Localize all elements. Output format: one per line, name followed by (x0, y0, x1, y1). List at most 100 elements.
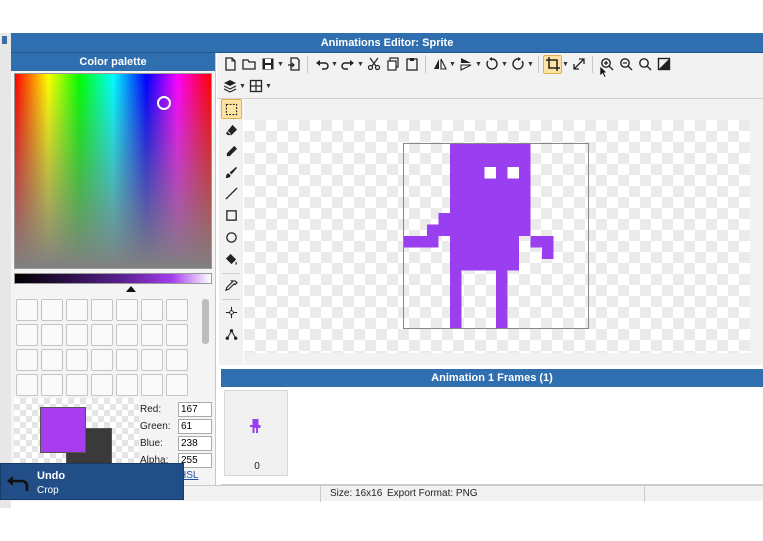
swatch[interactable] (141, 299, 163, 321)
rotate-left-menu-caret[interactable]: ▼ (501, 55, 508, 74)
mouse-cursor-icon (600, 66, 608, 78)
swatch[interactable] (166, 374, 188, 396)
tools-panel (219, 99, 243, 365)
transform-icon[interactable] (221, 324, 242, 344)
flip-vertical-icon[interactable] (456, 55, 475, 74)
rectangle-icon[interactable] (221, 205, 242, 225)
swatch[interactable] (41, 324, 63, 346)
swatch[interactable] (166, 324, 188, 346)
save-menu-caret[interactable]: ▼ (277, 55, 284, 74)
palette-header: Color palette (11, 53, 215, 71)
eraser-icon[interactable] (221, 120, 242, 140)
swatch-grid (16, 299, 194, 397)
red-field[interactable] (178, 402, 212, 417)
zoom-out-icon[interactable] (616, 55, 635, 74)
flip-v-menu-caret[interactable]: ▼ (475, 55, 482, 74)
redo-icon[interactable] (338, 55, 357, 74)
foreground-color-swatch[interactable] (40, 407, 86, 453)
swatch[interactable] (166, 299, 188, 321)
color-spectrum[interactable] (14, 73, 212, 269)
frames-panel: 0 (221, 387, 763, 485)
move-icon[interactable] (221, 302, 242, 322)
swatch[interactable] (16, 299, 38, 321)
swatch[interactable] (16, 324, 38, 346)
new-file-icon[interactable] (220, 55, 239, 74)
brightness-marker[interactable] (126, 286, 136, 292)
grid-menu-caret[interactable]: ▼ (265, 77, 272, 96)
save-icon[interactable] (258, 55, 277, 74)
paste-icon[interactable] (402, 55, 421, 74)
cut-icon[interactable] (364, 55, 383, 74)
rotate-left-icon[interactable] (482, 55, 501, 74)
flip-h-menu-caret[interactable]: ▼ (449, 55, 456, 74)
ellipse-icon[interactable] (221, 227, 242, 247)
swatch[interactable] (116, 324, 138, 346)
swatch[interactable] (166, 349, 188, 371)
export-icon[interactable] (284, 55, 303, 74)
swatch[interactable] (41, 299, 63, 321)
open-folder-icon[interactable] (239, 55, 258, 74)
swatch[interactable] (91, 324, 113, 346)
crop-menu-caret[interactable]: ▼ (562, 55, 569, 74)
red-row: Red: (140, 401, 214, 418)
fill-bucket-icon[interactable] (221, 249, 242, 269)
swatch[interactable] (141, 324, 163, 346)
green-field[interactable] (178, 419, 212, 434)
layers-icon[interactable] (220, 77, 239, 96)
layers-menu-caret[interactable]: ▼ (239, 77, 246, 96)
swatch[interactable] (141, 349, 163, 371)
swatch[interactable] (91, 374, 113, 396)
copy-icon[interactable] (383, 55, 402, 74)
green-row: Green: (140, 418, 214, 435)
canvas-horizontal-gutter (244, 353, 763, 365)
frames-header: Animation 1 Frames (1) (221, 369, 763, 387)
toolbar-separator (425, 55, 426, 73)
swatch[interactable] (66, 299, 88, 321)
swatch[interactable] (66, 374, 88, 396)
swatch[interactable] (141, 374, 163, 396)
status-divider (644, 486, 645, 502)
pencil-icon[interactable] (221, 141, 242, 161)
app-window: Animations Editor: Sprite Color palette (0, 0, 763, 541)
swatch[interactable] (91, 299, 113, 321)
swatch[interactable] (16, 349, 38, 371)
swatch[interactable] (41, 349, 63, 371)
sprite-canvas[interactable] (403, 143, 589, 329)
blue-field[interactable] (178, 436, 212, 451)
frame-number: 0 (254, 461, 260, 472)
grid-icon[interactable] (246, 77, 265, 96)
brightness-strip[interactable] (14, 273, 212, 284)
actual-size-icon[interactable] (654, 55, 673, 74)
line-icon[interactable] (221, 183, 242, 203)
undo-icon[interactable] (312, 55, 331, 74)
undo-arrow-icon (7, 476, 29, 491)
swatch[interactable] (16, 374, 38, 396)
crop-icon[interactable] (543, 54, 562, 74)
status-size: Size: 16x16 (330, 488, 383, 499)
eyedropper-icon[interactable] (221, 276, 242, 296)
swatch[interactable] (116, 374, 138, 396)
rotate-right-menu-caret[interactable]: ▼ (527, 55, 534, 74)
color-picker-handle[interactable] (157, 96, 171, 110)
swatch[interactable] (91, 349, 113, 371)
swatch[interactable] (116, 299, 138, 321)
swatch[interactable] (66, 349, 88, 371)
swatch[interactable] (41, 374, 63, 396)
undo-menu-caret[interactable]: ▼ (331, 55, 338, 74)
left-edge-marker (2, 36, 7, 44)
rotate-right-icon[interactable] (508, 55, 527, 74)
swatch[interactable] (66, 324, 88, 346)
undo-subtitle: Crop (37, 485, 59, 496)
frame-thumbnail[interactable]: 0 (224, 390, 288, 476)
select-rect-icon[interactable] (221, 99, 242, 119)
canvas-top-gutter (244, 99, 763, 120)
redo-menu-caret[interactable]: ▼ (357, 55, 364, 74)
swatch[interactable] (116, 349, 138, 371)
resize-icon[interactable] (569, 55, 588, 74)
color-palette-panel: Color palette Red: 167 Green: 61 Blue: 2… (11, 53, 216, 485)
zoom-fit-icon[interactable] (635, 55, 654, 74)
undo-notification[interactable]: Undo Crop (0, 463, 184, 500)
swatch-scrollbar[interactable] (202, 299, 209, 344)
brush-icon[interactable] (221, 162, 242, 182)
flip-horizontal-icon[interactable] (430, 55, 449, 74)
